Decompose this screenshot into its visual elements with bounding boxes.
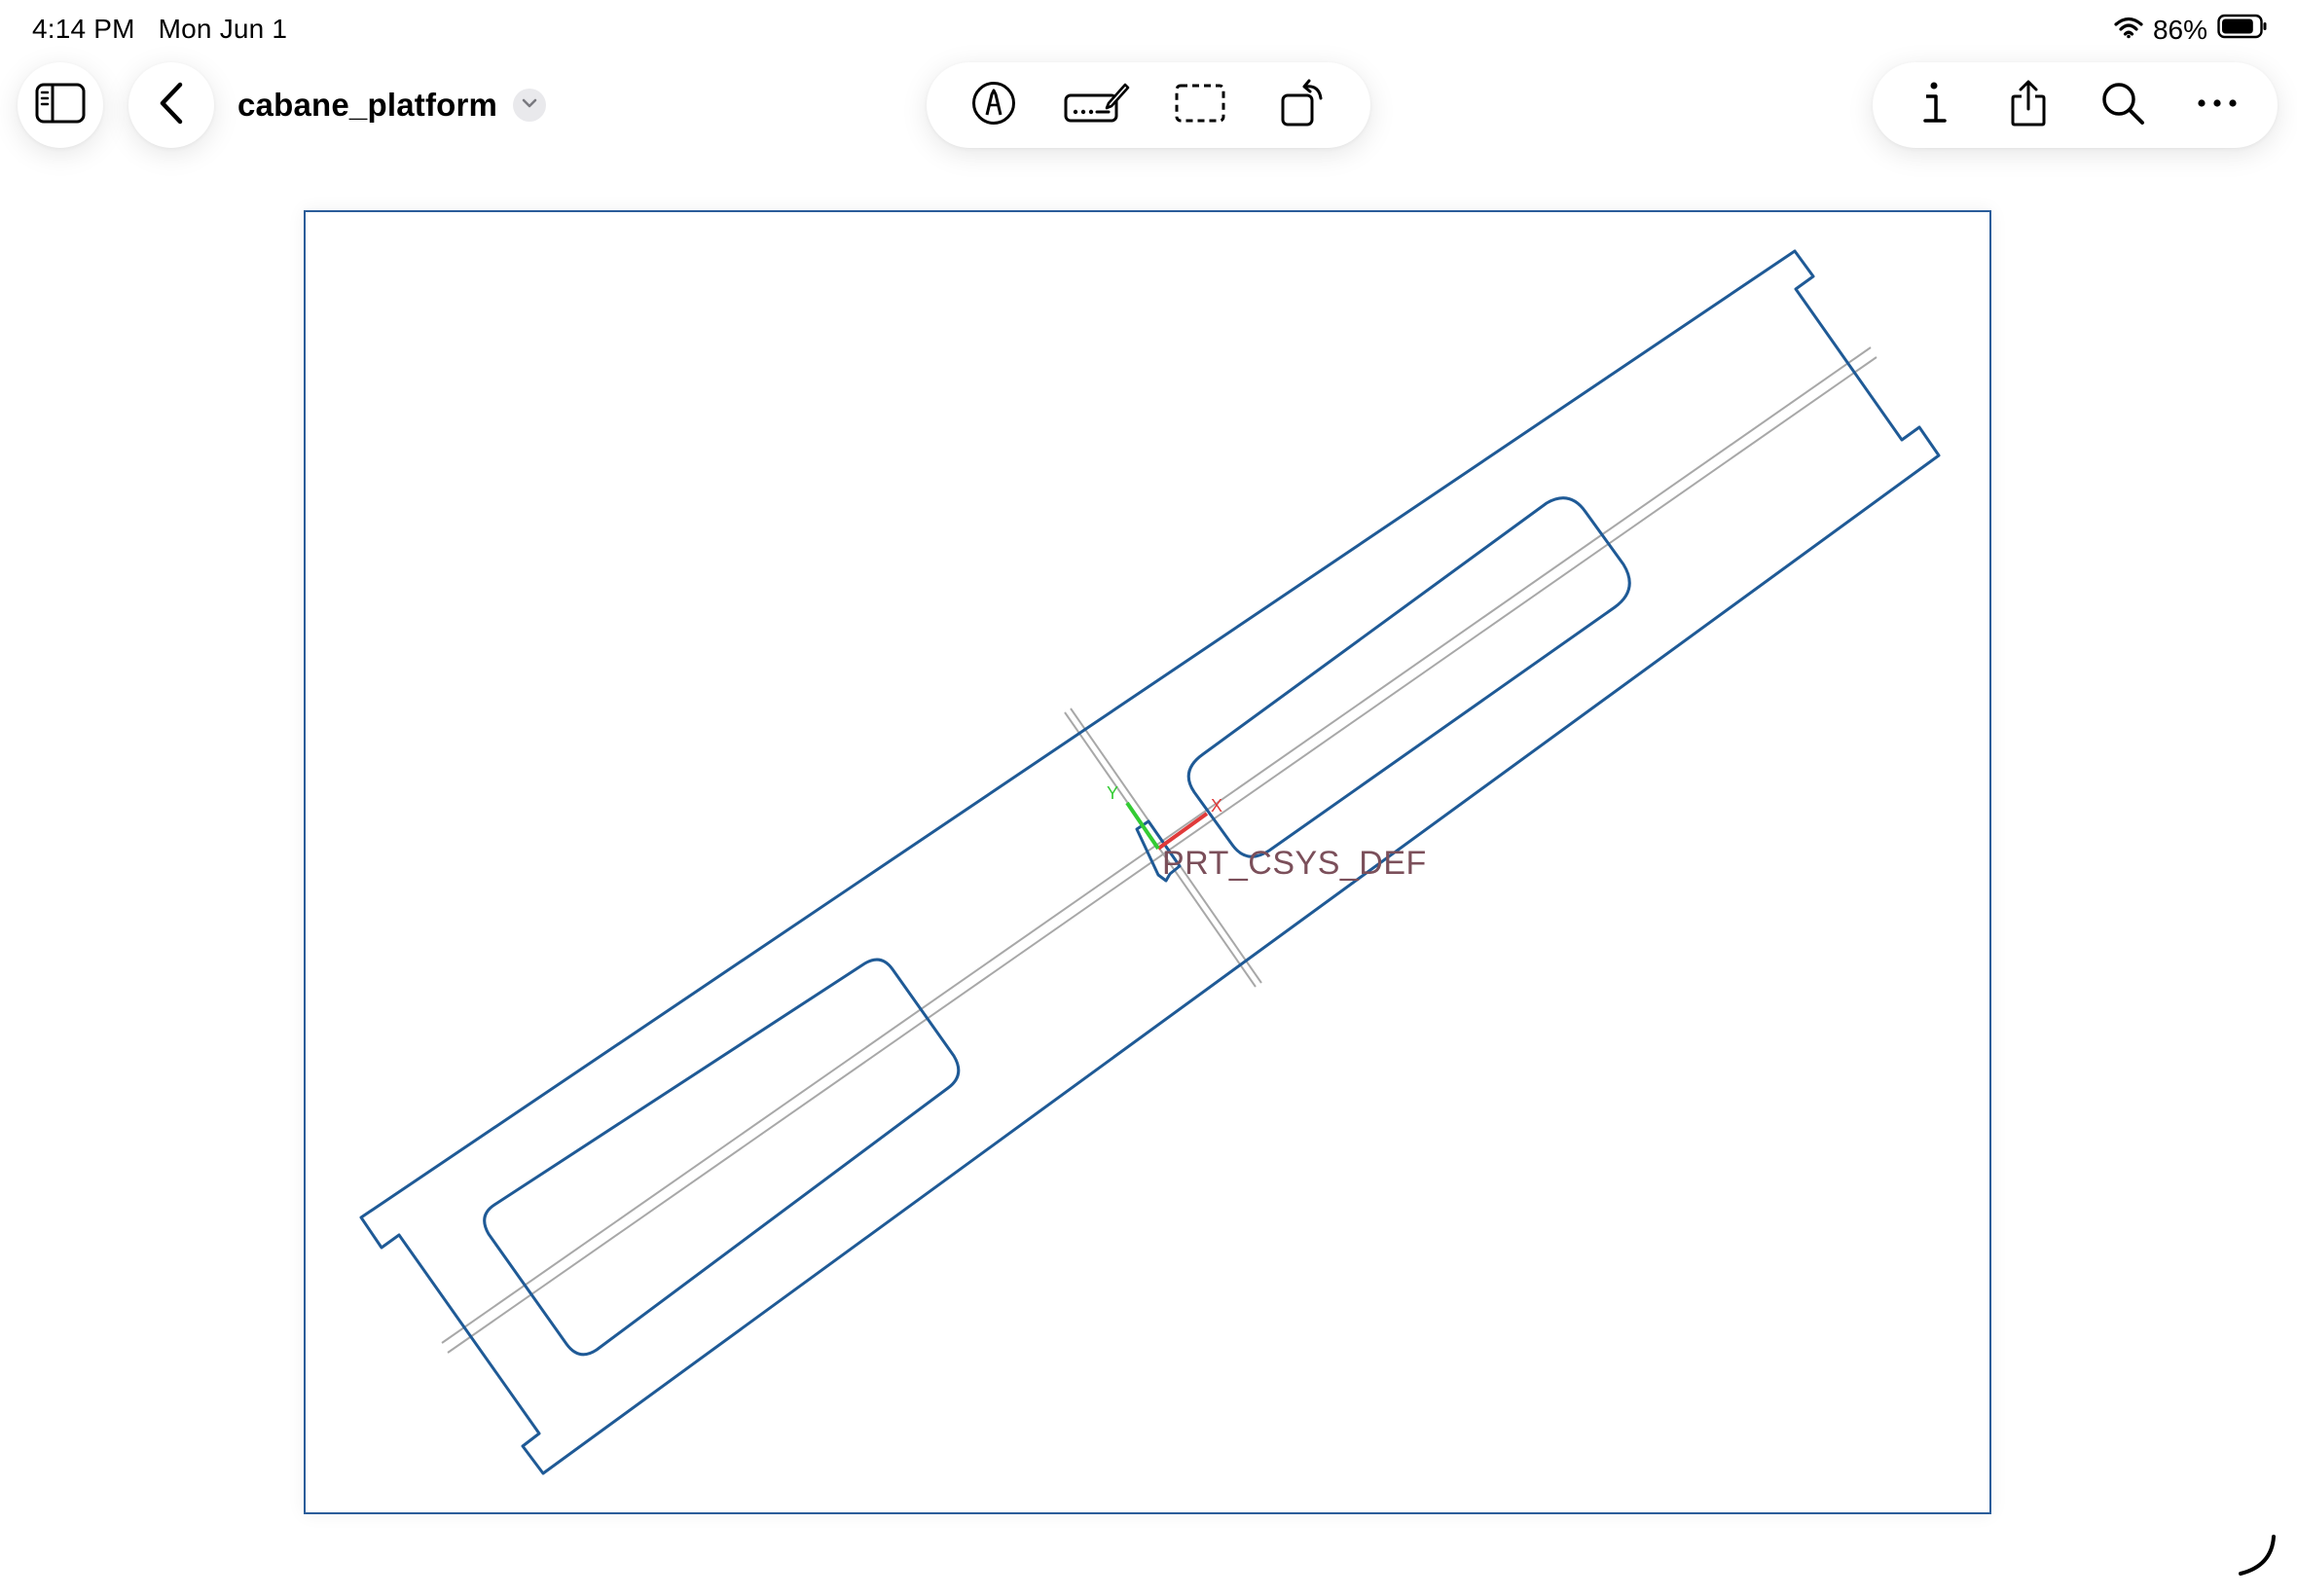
- axis-y-label: Y: [1107, 783, 1118, 803]
- part-drawing: X Y: [359, 249, 1941, 1475]
- document-title: cabane_platform: [237, 87, 498, 123]
- signature-keyboard-icon: [1064, 80, 1130, 131]
- document-title-menu[interactable]: cabane_platform: [237, 82, 547, 128]
- drawing-sheet[interactable]: X Y PRT_CSYS_DEF: [304, 210, 1991, 1514]
- centerlines: [441, 346, 1878, 1354]
- slot-left: [483, 958, 961, 1357]
- status-date-text: Mon Jun 1: [158, 14, 288, 44]
- search-button[interactable]: [2086, 68, 2160, 142]
- title-menu-chevron[interactable]: [513, 89, 547, 122]
- axis-x: [1156, 812, 1209, 851]
- signature-button[interactable]: [1060, 68, 1134, 142]
- markup-pen-icon: [970, 80, 1017, 131]
- back-button[interactable]: [128, 62, 214, 148]
- info-icon: [1919, 80, 1949, 131]
- sidebar-toggle-button[interactable]: [18, 62, 103, 148]
- share-button[interactable]: [1991, 68, 2065, 142]
- markup-button[interactable]: [957, 68, 1031, 142]
- battery-icon: [2217, 14, 2268, 46]
- more-button[interactable]: [2180, 68, 2254, 142]
- axis-x-label: X: [1211, 796, 1222, 816]
- info-button[interactable]: [1897, 68, 1971, 142]
- right-toolbar: [1873, 62, 2278, 148]
- status-time: 4:14 PM Mon Jun 1: [32, 14, 287, 45]
- battery-percent: 86%: [2152, 14, 2207, 45]
- more-icon: [2196, 96, 2239, 114]
- csys-label: PRT_CSYS_DEF: [1162, 845, 1427, 882]
- share-icon: [2009, 79, 2048, 132]
- selection-button[interactable]: [1163, 68, 1237, 142]
- center-toolbar: [927, 62, 1370, 148]
- rotate-icon: [1280, 79, 1327, 132]
- status-time-text: 4:14 PM: [32, 14, 135, 44]
- wifi-icon: [2114, 15, 2143, 46]
- search-icon: [2100, 81, 2145, 130]
- slot-right: [1186, 496, 1631, 858]
- chevron-down-icon: [521, 96, 538, 114]
- status-indicators: 86%: [2114, 14, 2268, 46]
- selection-rect-icon: [1174, 83, 1226, 128]
- resize-corner-icon: [2235, 1535, 2279, 1581]
- sidebar-icon: [35, 83, 86, 128]
- rotate-button[interactable]: [1266, 68, 1340, 142]
- resize-handle[interactable]: [2235, 1533, 2279, 1582]
- status-bar: 4:14 PM Mon Jun 1 86%: [0, 0, 2297, 60]
- chevron-left-icon: [157, 81, 186, 130]
